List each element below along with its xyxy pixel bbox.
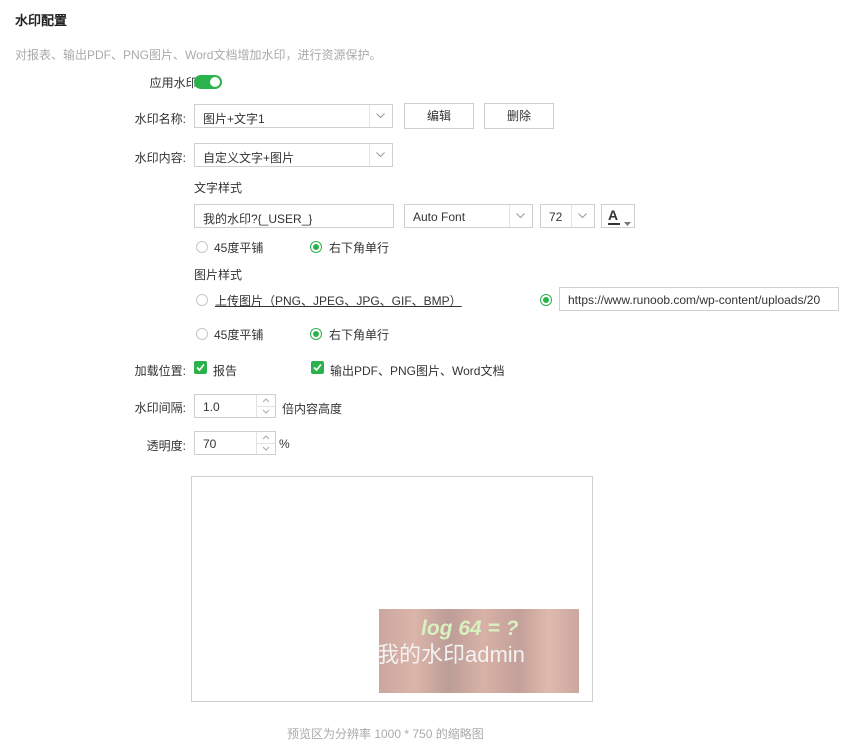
spacing-value: 1.0 xyxy=(203,400,220,414)
watermark-toggle[interactable] xyxy=(194,75,222,89)
font-color-swatch xyxy=(608,223,620,225)
opacity-stepper[interactable]: 70 xyxy=(194,431,276,455)
font-size-select[interactable]: 72 xyxy=(540,204,595,228)
watermark-content-select[interactable]: 自定义文字+图片 xyxy=(194,143,393,167)
text-layout-tiled-radio[interactable] xyxy=(196,241,208,253)
chevron-down-icon xyxy=(509,205,532,227)
content-label: 水印内容: xyxy=(134,151,186,165)
load-position-label: 加载位置: xyxy=(134,364,186,378)
image-layout-corner-radio[interactable] xyxy=(310,328,322,340)
opacity-down-icon[interactable] xyxy=(257,443,275,454)
chevron-down-icon xyxy=(369,105,392,127)
opacity-value: 70 xyxy=(203,437,217,451)
image-upload-link[interactable]: 上传图片（PNG、JPEG、JPG、GIF、BMP） xyxy=(215,292,462,309)
export-option-label: 输出PDF、PNG图片、Word文档 xyxy=(330,364,505,378)
page-title: 水印配置 xyxy=(15,13,68,28)
watermark-text-preview: 我的水印admin xyxy=(377,642,525,667)
spacing-down-icon[interactable] xyxy=(257,406,275,417)
font-size-value: 72 xyxy=(549,210,563,224)
image-url-radio[interactable] xyxy=(540,294,552,306)
text-layout-corner-radio[interactable] xyxy=(310,241,322,253)
delete-button[interactable]: 删除 xyxy=(484,103,554,129)
image-url-input[interactable]: https://www.runoob.com/wp-content/upload… xyxy=(559,287,839,311)
font-color-icon: A xyxy=(608,207,619,223)
report-checkbox[interactable] xyxy=(194,361,207,374)
spacing-suffix: 倍内容高度 xyxy=(282,402,343,416)
watermark-preview: log 64 = ? 我的水印admin xyxy=(191,476,593,702)
font-select[interactable]: Auto Font xyxy=(404,204,533,228)
spacing-label: 水印间隔: xyxy=(134,401,186,415)
watermark-content-value: 自定义文字+图片 xyxy=(203,151,295,165)
preview-caption: 预览区为分辨率 1000 * 750 的缩略图 xyxy=(287,727,484,741)
text-layout-corner-label: 右下角单行 xyxy=(329,241,390,255)
font-value: Auto Font xyxy=(413,210,466,224)
image-layout-tiled-radio[interactable] xyxy=(196,328,208,340)
enable-label: 应用水印: xyxy=(149,76,201,90)
image-layout-corner-label: 右下角单行 xyxy=(329,328,390,342)
report-option-label: 报告 xyxy=(213,364,238,378)
image-url-value: https://www.runoob.com/wp-content/upload… xyxy=(568,293,821,307)
watermark-text-value: 我的水印?{_USER_} xyxy=(203,212,313,226)
text-style-heading: 文字样式 xyxy=(194,181,243,195)
edit-button[interactable]: 编辑 xyxy=(404,103,474,129)
image-style-heading: 图片样式 xyxy=(194,268,243,282)
image-upload-radio[interactable] xyxy=(196,294,208,306)
name-label: 水印名称: xyxy=(134,112,186,126)
opacity-suffix: % xyxy=(279,437,290,451)
page-description: 对报表、输出PDF、PNG图片、Word文档增加水印，进行资源保护。 xyxy=(15,48,382,62)
chevron-down-icon xyxy=(369,144,392,166)
watermark-text-input[interactable]: 我的水印?{_USER_} xyxy=(194,204,394,228)
spacing-stepper[interactable]: 1.0 xyxy=(194,394,276,418)
watermark-name-value: 图片+文字1 xyxy=(203,112,265,126)
watermark-name-select[interactable]: 图片+文字1 xyxy=(194,104,393,128)
text-layout-tiled-label: 45度平铺 xyxy=(214,241,264,255)
image-layout-tiled-label: 45度平铺 xyxy=(214,328,264,342)
font-color-button[interactable]: A xyxy=(601,204,635,228)
opacity-label: 透明度: xyxy=(146,439,186,453)
caret-down-icon xyxy=(624,215,631,229)
chevron-down-icon xyxy=(571,205,594,227)
export-checkbox[interactable] xyxy=(311,361,324,374)
